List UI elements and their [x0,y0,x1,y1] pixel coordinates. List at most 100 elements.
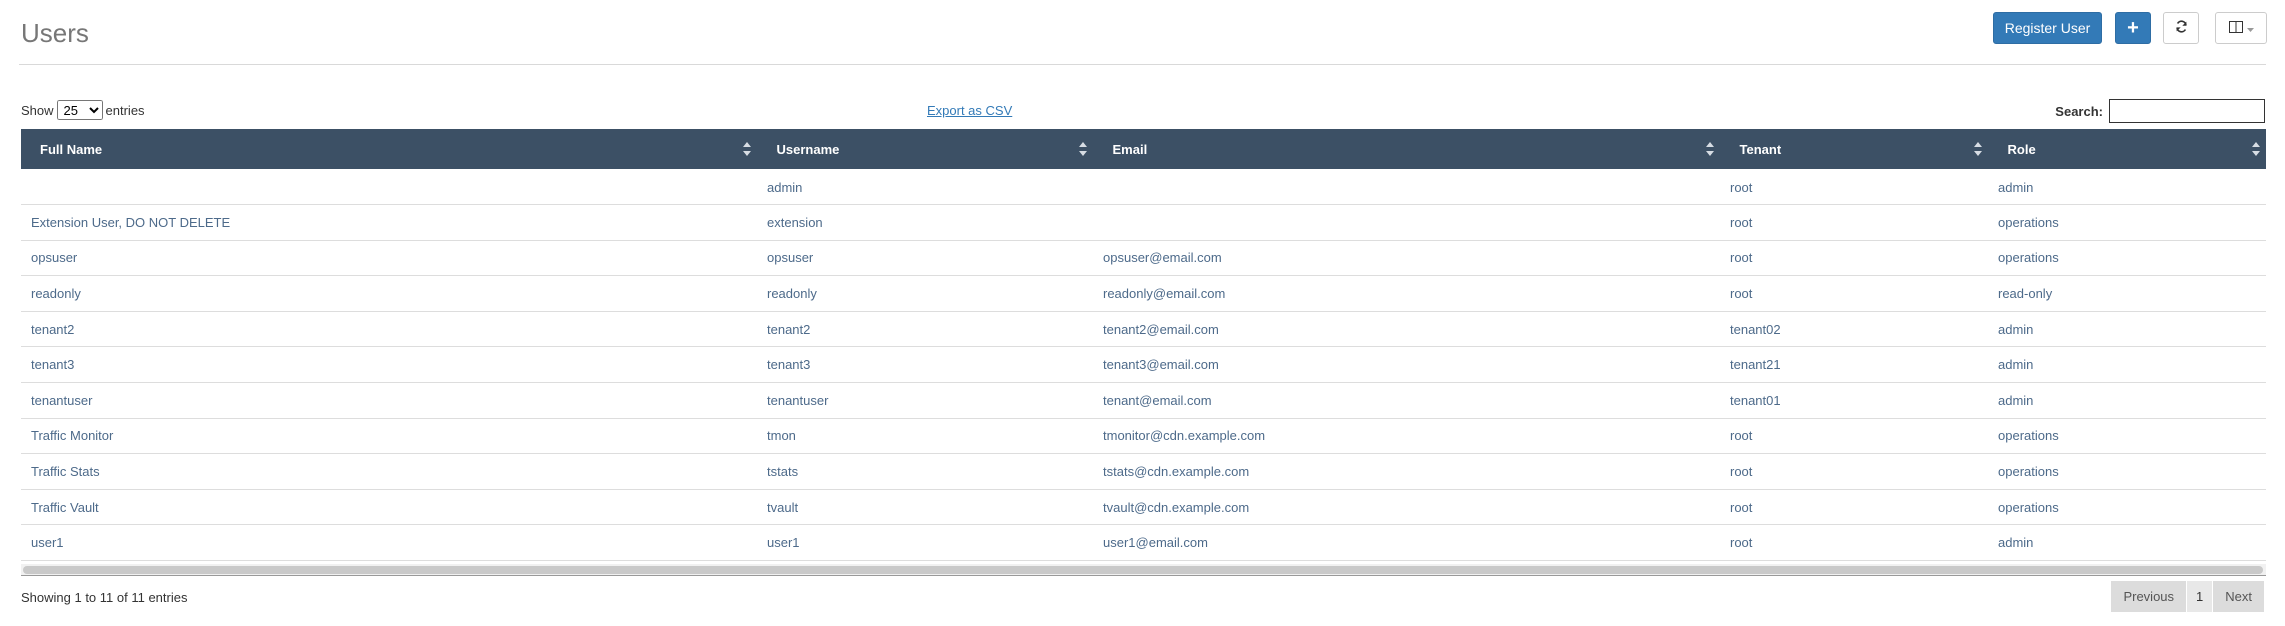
table-row[interactable]: opsuser opsuser opsuser@email.com root opera… [21,240,2266,276]
refresh-button[interactable] [2163,12,2199,44]
cell-full-name: Traffic Stats [31,464,100,480]
cell-role: operations [1998,428,2059,444]
sort-icon [1078,142,1087,156]
next-page-button[interactable]: Next [2213,581,2265,612]
cell-role: operations [1998,214,2059,230]
cell-role: admin [1998,180,2034,196]
cell-email [1093,205,1720,241]
cell-full-name: tenantuser [31,392,93,408]
cell-email: tvault@cdn.example.com [1103,499,1250,515]
cell-tenant: root [1730,535,1753,551]
cell-full-name: tenant3 [31,357,75,373]
toolbar: Register User + [1967,12,2267,44]
cell-role: operations [1998,250,2059,266]
search-control: Search: [2055,99,2265,123]
column-visibility-button[interactable] [2215,12,2267,44]
previous-page-button[interactable]: Previous [2111,581,2188,612]
cell-tenant: root [1730,464,1753,480]
table-row[interactable]: Traffic Vault tvault tvault@cdn.example.co… [21,489,2266,525]
sort-icon [1705,142,1714,156]
search-label: Search: [2055,103,2103,119]
cell-username: tenant3 [767,357,811,373]
cell-email: opsuser@email.com [1103,250,1222,266]
table-row[interactable]: Extension User, DO NOT DELETE extension ro… [21,205,2266,241]
cell-full-name: Traffic Monitor [31,428,114,444]
sort-icon [742,142,751,156]
sort-icon [1973,142,1982,156]
cell-full-name: tenant2 [31,321,75,337]
table-info: Showing 1 to 11 of 11 entries [21,590,188,605]
register-user-button[interactable]: Register User [1993,12,2102,44]
cell-role: admin [1998,392,2034,408]
pagination: Previous 1 Next [2111,581,2265,612]
cell-role: admin [1998,535,2034,551]
cell-tenant: tenant21 [1730,357,1781,373]
cell-username: user1 [767,535,800,551]
show-label: Show [21,102,54,118]
cell-role: operations [1998,499,2059,515]
table-row[interactable]: user1 user1 user1@email.com root admin [21,525,2266,561]
users-table-container: Full Name Username Email Tenant Role adm… [21,129,2266,576]
cell-username: tenant2 [767,321,811,337]
table-row[interactable]: Traffic Monitor tmon tmonitor@cdn.example.… [21,418,2266,454]
cell-tenant: root [1730,286,1753,302]
horizontal-scrollbar-thumb[interactable] [23,566,2263,574]
table-header-row: Full Name Username Email Tenant Role [21,129,2266,169]
table-row[interactable]: tenant2 tenant2 tenant2@email.com tenant02 a… [21,311,2266,347]
cell-email: tmonitor@cdn.example.com [1103,428,1266,444]
cell-username: tmon [767,428,796,444]
cell-full-name: Traffic Vault [31,499,99,515]
cell-email: readonly@email.com [1103,286,1226,302]
column-header-tenant[interactable]: Tenant [1720,129,1989,169]
cell-role: operations [1998,464,2059,480]
cell-username: tvault [767,499,799,515]
export-csv-link[interactable]: Export as CSV [927,103,1012,118]
search-input[interactable] [2109,99,2265,123]
table-row[interactable]: tenantuser tenantuser tenant@email.com tena… [21,383,2266,419]
cell-tenant: root [1730,499,1753,515]
cell-full-name: readonly [31,286,81,302]
cell-tenant: root [1730,180,1753,196]
column-header-role[interactable]: Role [1988,129,2266,169]
table-row[interactable]: Traffic Stats tstats tstats@cdn.example.co… [21,454,2266,490]
table-row[interactable]: admin root admin [21,169,2266,205]
refresh-icon [2175,20,2188,36]
cell-full-name: opsuser [31,250,78,266]
column-header-full-name[interactable]: Full Name [21,129,758,169]
sort-icon [2251,142,2260,156]
cell-email: user1@email.com [1103,535,1208,551]
cell-email: tenant@email.com [1103,392,1212,408]
cell-tenant: tenant02 [1730,321,1781,337]
table-row[interactable]: readonly readonly readonly@email.com root re… [21,276,2266,312]
header-divider [19,64,2266,65]
cell-username: opsuser [767,250,814,266]
entries-label: entries [105,102,145,118]
page-length-control: Show 25 entries [21,100,145,120]
column-header-username[interactable]: Username [757,129,1094,169]
add-user-button[interactable]: + [2115,12,2151,44]
cell-email: tenant3@email.com [1103,357,1219,373]
cell-email: tenant2@email.com [1103,321,1219,337]
cell-username: tenantuser [767,392,829,408]
cell-username: tstats [767,464,799,480]
table-row[interactable]: tenant3 tenant3 tenant3@email.com tenant21 a… [21,347,2266,383]
cell-username: readonly [767,286,817,302]
cell-tenant: tenant01 [1730,392,1781,408]
cell-full-name: Extension User, DO NOT DELETE [31,214,231,230]
cell-email [1093,169,1720,205]
cell-tenant: root [1730,428,1753,444]
cell-role: read-only [1998,286,2053,302]
cell-username: extension [767,214,823,230]
columns-icon [2228,20,2243,36]
column-header-email[interactable]: Email [1093,129,1721,169]
page-1-button[interactable]: 1 [2187,581,2214,612]
cell-username: admin [767,180,803,196]
cell-full-name [21,169,757,205]
page-title: Users [21,18,89,48]
users-page: Users Register User + Show 25 entries Ex… [0,0,2285,626]
cell-email: tstats@cdn.example.com [1103,464,1250,480]
cell-tenant: root [1730,250,1753,266]
page-length-select[interactable]: 25 [56,100,103,120]
users-table: Full Name Username Email Tenant Role adm… [21,129,2266,561]
cell-role: admin [1998,357,2034,373]
